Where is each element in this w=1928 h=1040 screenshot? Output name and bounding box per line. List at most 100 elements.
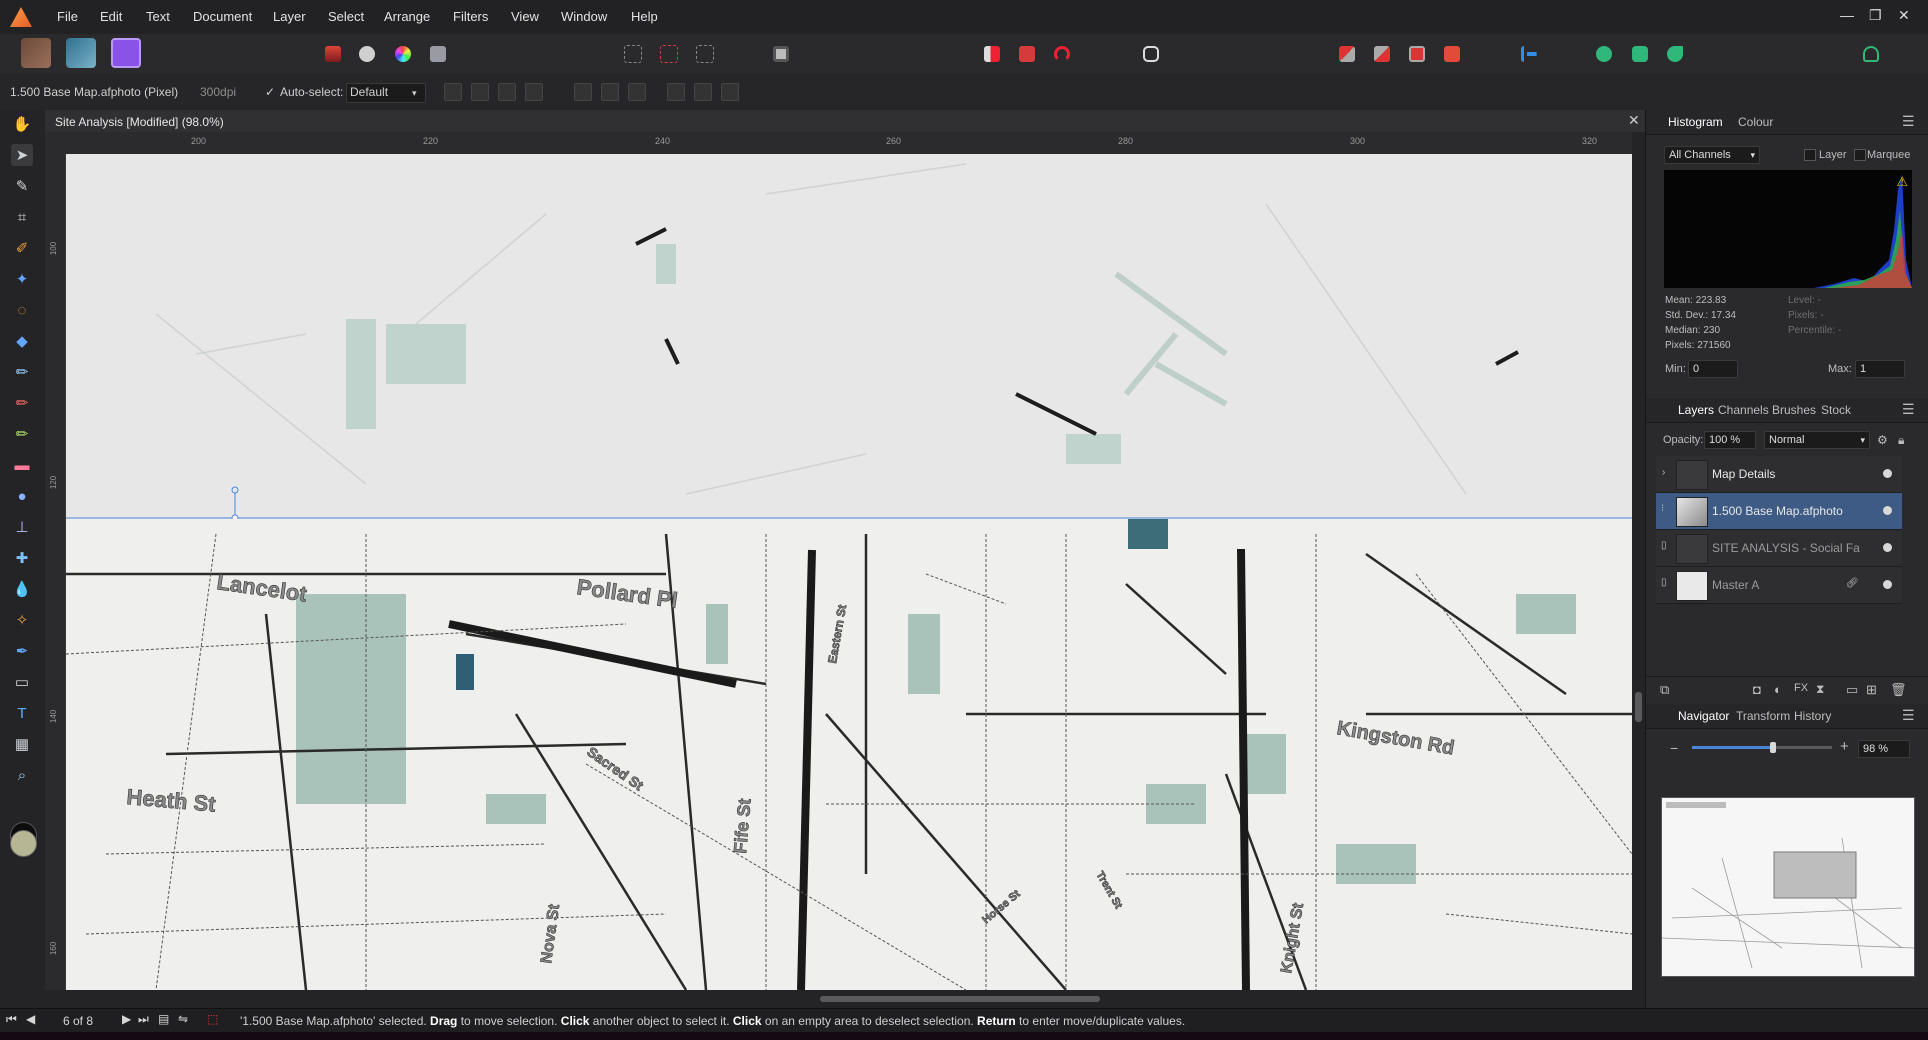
menu-window[interactable]: Window xyxy=(561,9,607,24)
snapping-icon[interactable] xyxy=(981,43,1003,65)
tab-channels[interactable]: Channels xyxy=(1718,403,1769,417)
boolean-intersect-icon[interactable] xyxy=(1664,43,1686,65)
tab-brushes[interactable]: Brushes xyxy=(1772,403,1816,417)
mesh-warp-icon[interactable]: ▦ xyxy=(11,733,33,755)
live-filter-icon[interactable]: ⧗ xyxy=(1816,682,1824,697)
levels-icon[interactable] xyxy=(322,43,344,65)
minimize-button[interactable]: — xyxy=(1840,7,1854,23)
menu-view[interactable]: View xyxy=(511,9,539,24)
zoom-in-icon[interactable]: + xyxy=(1840,738,1849,755)
colour-wheel-icon[interactable] xyxy=(392,43,414,65)
align-top-icon[interactable] xyxy=(667,83,685,101)
zoom-input[interactable]: 98 % xyxy=(1858,740,1910,758)
horizontal-scroll-thumb[interactable] xyxy=(820,996,1100,1002)
assistant-icon[interactable] xyxy=(1016,43,1038,65)
zoom-tool-icon[interactable]: ⌕ xyxy=(11,764,33,786)
paint-mixer-icon[interactable]: ✏ xyxy=(11,392,33,414)
secondary-colour-swatch[interactable] xyxy=(10,830,37,857)
paint-brush-icon[interactable]: ✏ xyxy=(11,361,33,383)
dodge-tool-icon[interactable]: ● xyxy=(11,485,33,507)
max-input[interactable]: 1 xyxy=(1855,360,1905,378)
vertical-ruler[interactable] xyxy=(45,154,66,990)
wand-icon[interactable] xyxy=(427,43,449,65)
close-window-button[interactable]: ✕ xyxy=(1898,7,1910,24)
quick-mask-icon[interactable] xyxy=(770,43,792,65)
align-right-icon[interactable] xyxy=(628,83,646,101)
invert-selection-icon[interactable] xyxy=(694,43,716,65)
panel-menu-icon[interactable]: ☰ xyxy=(1902,707,1915,724)
menu-arrange[interactable]: Arrange xyxy=(384,9,430,24)
user-account-icon[interactable] xyxy=(1860,43,1882,65)
document-canvas[interactable]: Lancelot Pollard Pl Eastern St Sacred St… xyxy=(66,154,1632,990)
gear-icon[interactable]: ⚙ xyxy=(1877,433,1888,447)
tab-layers[interactable]: Layers xyxy=(1678,403,1714,417)
visibility-toggle[interactable] xyxy=(1883,469,1892,478)
layer-row-base-map[interactable]: ⁝ 1.500 Base Map.afphoto xyxy=(1656,493,1902,530)
tab-navigator[interactable]: Navigator xyxy=(1678,709,1729,723)
show-bbox-icon[interactable] xyxy=(471,83,489,101)
min-input[interactable]: 0 xyxy=(1688,360,1738,378)
navigator-preview[interactable] xyxy=(1661,797,1915,977)
record-icon[interactable]: ⬚ xyxy=(207,1012,218,1026)
link-icon[interactable]: 🔗︎ xyxy=(1846,578,1859,589)
tab-histogram[interactable]: Histogram xyxy=(1668,115,1723,129)
clone-tool-icon[interactable]: ⊥ xyxy=(11,516,33,538)
layer-checkbox[interactable] xyxy=(1804,149,1816,161)
transform-scale-icon[interactable] xyxy=(498,83,516,101)
boolean-subtract-icon[interactable] xyxy=(1629,43,1651,65)
zoom-slider-handle[interactable] xyxy=(1770,742,1777,753)
last-page-icon[interactable]: ⏭ xyxy=(138,1012,149,1027)
align-bottom-icon[interactable] xyxy=(721,83,739,101)
boolean-add-icon[interactable] xyxy=(1593,43,1615,65)
vertical-scrollbar[interactable] xyxy=(1632,132,1645,990)
menu-document[interactable]: Document xyxy=(193,9,252,24)
align-icon[interactable] xyxy=(1518,43,1540,65)
adjustment-icon[interactable]: ◐ xyxy=(1774,682,1782,697)
pages-icon[interactable]: ▤ xyxy=(158,1012,169,1026)
selection-brush-icon[interactable]: ✐ xyxy=(11,237,33,259)
autoselect-checkbox[interactable]: ✓ xyxy=(265,85,275,99)
designer-persona-icon[interactable] xyxy=(21,38,51,68)
next-page-icon[interactable]: ▶ xyxy=(122,1012,131,1026)
folder-icon[interactable]: ▭ xyxy=(1846,682,1858,698)
fx-icon[interactable]: FX xyxy=(1794,682,1808,694)
crop-tool-icon[interactable]: ⌗ xyxy=(11,206,33,228)
zoom-slider[interactable] xyxy=(1692,742,1832,753)
marquee-checkbox[interactable] xyxy=(1854,149,1866,161)
horizontal-scrollbar[interactable] xyxy=(45,990,1645,1008)
tab-colour[interactable]: Colour xyxy=(1738,115,1773,129)
mask-icon[interactable]: ◘ xyxy=(1753,682,1761,697)
opacity-input[interactable]: 100 % xyxy=(1704,431,1756,449)
tab-history[interactable]: History xyxy=(1794,709,1831,723)
move-tool-icon[interactable]: ➤ xyxy=(11,144,33,166)
menu-select[interactable]: Select xyxy=(328,9,364,24)
arrange-backward-icon[interactable] xyxy=(1371,43,1393,65)
hand-tool-icon[interactable]: ✋ xyxy=(11,113,33,135)
menu-text[interactable]: Text xyxy=(146,9,170,24)
first-page-icon[interactable]: ⏮ xyxy=(6,1012,17,1027)
arrange-front-icon[interactable] xyxy=(1441,43,1463,65)
colour-replacement-icon[interactable]: ✏ xyxy=(11,423,33,445)
rectangle-tool-icon[interactable]: ▭ xyxy=(11,671,33,693)
restore-button[interactable]: ❐ xyxy=(1869,7,1882,24)
transform-origin-icon[interactable] xyxy=(444,83,462,101)
magnet-icon[interactable] xyxy=(1051,43,1073,65)
new-layer-icon[interactable]: ⊞ xyxy=(1866,682,1877,698)
assistant-face-icon[interactable] xyxy=(1140,43,1162,65)
freehand-select-icon[interactable]: ◌ xyxy=(11,299,33,321)
red-eye-icon[interactable]: ✧ xyxy=(11,609,33,631)
flood-select-icon[interactable]: ✦ xyxy=(11,268,33,290)
colour-picker-icon[interactable]: ✎ xyxy=(11,175,33,197)
lock-icon[interactable]: 🔒︎ xyxy=(1898,433,1904,448)
view-mode-icon[interactable]: ⇋ xyxy=(178,1012,188,1026)
text-tool-icon[interactable]: T xyxy=(11,702,33,724)
menu-layer[interactable]: Layer xyxy=(273,9,306,24)
previous-page-icon[interactable]: ◀ xyxy=(26,1012,35,1026)
tab-transform[interactable]: Transform xyxy=(1736,709,1790,723)
photo-persona-icon[interactable] xyxy=(111,38,141,68)
erase-brush-icon[interactable]: ▬ xyxy=(11,454,33,476)
document-tab[interactable] xyxy=(45,110,1645,132)
delete-layer-icon[interactable]: 🗑︎ xyxy=(1890,682,1907,698)
arrange-back-icon[interactable] xyxy=(1336,43,1358,65)
layer-row-site-analysis[interactable]: ▯ SITE ANALYSIS - Social Fa xyxy=(1656,530,1902,567)
